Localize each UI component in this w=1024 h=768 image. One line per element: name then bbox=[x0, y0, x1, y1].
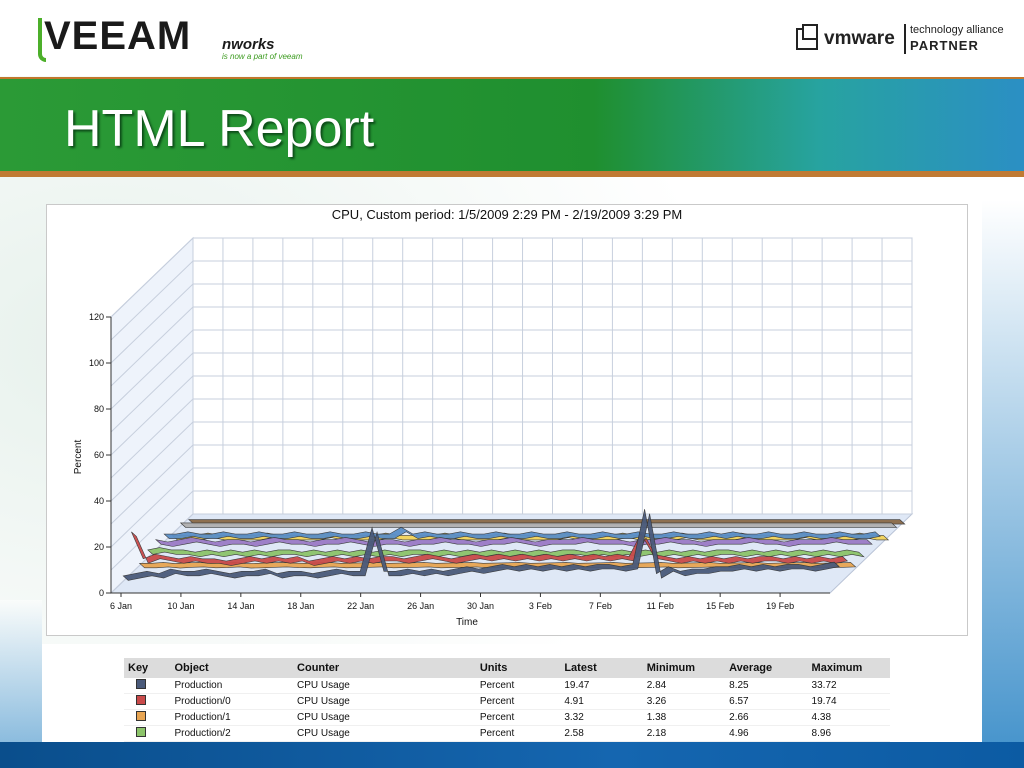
partner-text: PARTNER bbox=[910, 38, 979, 53]
vmware-divider bbox=[904, 24, 906, 54]
minimum-cell: 2.84 bbox=[646, 680, 667, 691]
key-cell bbox=[124, 726, 170, 742]
average-cell: 8.25 bbox=[729, 680, 749, 691]
units-cell: Percent bbox=[479, 728, 515, 739]
x-tick-label: 10 Jan bbox=[167, 601, 194, 611]
units-cell: Percent bbox=[479, 680, 515, 691]
x-tick-label: 6 Jan bbox=[110, 601, 132, 611]
latest-cell: 19.47 bbox=[564, 680, 590, 691]
col-header-minimum: Minimum bbox=[642, 658, 726, 678]
key-swatch bbox=[136, 695, 146, 705]
maximum-cell: 4.38 bbox=[811, 712, 832, 723]
x-tick-label: 19 Feb bbox=[766, 601, 794, 611]
y-tick-label: 60 bbox=[94, 450, 104, 460]
minimum-cell: 3.26 bbox=[646, 696, 667, 707]
x-tick-label: 11 Feb bbox=[647, 601, 674, 611]
object-cell: Production/2 bbox=[174, 728, 231, 739]
counter-cell: CPU Usage bbox=[297, 712, 350, 723]
key-cell bbox=[124, 678, 170, 694]
nworks-tagline: is now a part of veeam bbox=[222, 52, 303, 61]
minimum-cell: 2.18 bbox=[646, 728, 667, 739]
maximum-cell: 19.74 bbox=[811, 696, 837, 707]
x-tick-label: 18 Jan bbox=[287, 601, 314, 611]
latest-cell: 3.32 bbox=[564, 712, 584, 723]
y-tick-label: 20 bbox=[94, 542, 104, 552]
header: VEEAM nworks is now a part of veeam vmwa… bbox=[0, 0, 1024, 76]
series-ribbon bbox=[179, 522, 898, 528]
counter-cell: CPU Usage bbox=[297, 680, 350, 691]
col-header-object: Object bbox=[170, 658, 294, 678]
chart-panel: CPU, Custom period: 1/5/2009 2:29 PM - 2… bbox=[46, 204, 968, 636]
x-tick-label: 14 Jan bbox=[227, 601, 254, 611]
key-swatch bbox=[136, 679, 146, 689]
object-cell: Production/1 bbox=[174, 712, 231, 723]
title-bar: HTML Report bbox=[0, 77, 1024, 177]
cpu-chart: CPU, Custom period: 1/5/2009 2:29 PM - 2… bbox=[73, 207, 914, 628]
maximum-cell: 33.72 bbox=[811, 680, 837, 691]
counter-cell: CPU Usage bbox=[297, 696, 350, 707]
col-header-maximum: Maximum bbox=[807, 658, 890, 678]
table-row: Production CPU Usage Percent 19.47 2.84 … bbox=[124, 678, 890, 694]
chart-title: CPU, Custom period: 1/5/2009 2:29 PM - 2… bbox=[332, 207, 682, 222]
maximum-cell: 8.96 bbox=[811, 728, 832, 739]
alliance-text: technology alliance bbox=[910, 24, 1004, 36]
vmware-box-icon bbox=[796, 24, 818, 50]
average-cell: 4.96 bbox=[729, 728, 749, 739]
nworks-logo: nworks bbox=[222, 36, 275, 53]
average-cell: 2.66 bbox=[729, 712, 749, 723]
veeam-logo: VEEAM bbox=[37, 14, 192, 62]
legend-panel: Key Object Counter Units Latest Minimum … bbox=[42, 644, 982, 742]
x-tick-label: 22 Jan bbox=[347, 601, 374, 611]
col-header-counter: Counter bbox=[293, 658, 476, 678]
key-swatch bbox=[136, 711, 146, 721]
col-header-key: Key bbox=[124, 658, 171, 678]
table-row: Production/2 CPU Usage Percent 2.58 2.18… bbox=[124, 726, 890, 742]
x-axis-label: Time bbox=[456, 617, 478, 628]
table-row: Production/1 CPU Usage Percent 3.32 1.38… bbox=[124, 710, 890, 726]
bottom-band bbox=[0, 742, 1024, 768]
object-cell: Production/0 bbox=[174, 696, 231, 707]
units-cell: Percent bbox=[479, 696, 515, 707]
object-cell: Production bbox=[174, 680, 223, 691]
slide-title: HTML Report bbox=[64, 100, 375, 158]
key-cell bbox=[124, 694, 170, 710]
x-tick-label: 30 Jan bbox=[467, 601, 494, 611]
y-tick-label: 40 bbox=[94, 496, 104, 506]
x-tick-label: 26 Jan bbox=[407, 601, 434, 611]
latest-cell: 2.58 bbox=[564, 728, 584, 739]
col-header-average: Average bbox=[725, 658, 808, 678]
nworks-logo-text: nworks bbox=[222, 36, 275, 53]
col-header-units: Units bbox=[475, 658, 561, 678]
x-tick-label: 15 Feb bbox=[706, 601, 734, 611]
legend-header-row: Key Object Counter Units Latest Minimum … bbox=[124, 658, 890, 678]
latest-cell: 4.91 bbox=[564, 696, 584, 707]
counter-cell: CPU Usage bbox=[297, 728, 350, 739]
legend-table: Key Object Counter Units Latest Minimum … bbox=[124, 658, 890, 742]
vmware-logo: vmware bbox=[824, 28, 895, 49]
y-tick-label: 120 bbox=[89, 312, 104, 322]
key-swatch bbox=[136, 727, 146, 737]
minimum-cell: 1.38 bbox=[646, 712, 667, 723]
y-axis-label: Percent bbox=[73, 440, 84, 475]
x-tick-label: 7 Feb bbox=[589, 601, 612, 611]
y-tick-label: 80 bbox=[94, 404, 104, 414]
table-row: Production/0 CPU Usage Percent 4.91 3.26… bbox=[124, 694, 890, 710]
key-cell bbox=[124, 710, 170, 726]
average-cell: 6.57 bbox=[729, 696, 749, 707]
x-tick-label: 3 Feb bbox=[529, 601, 552, 611]
units-cell: Percent bbox=[479, 712, 515, 723]
col-header-latest: Latest bbox=[560, 658, 643, 678]
y-tick-label: 0 bbox=[99, 588, 104, 598]
y-tick-label: 100 bbox=[89, 358, 104, 368]
